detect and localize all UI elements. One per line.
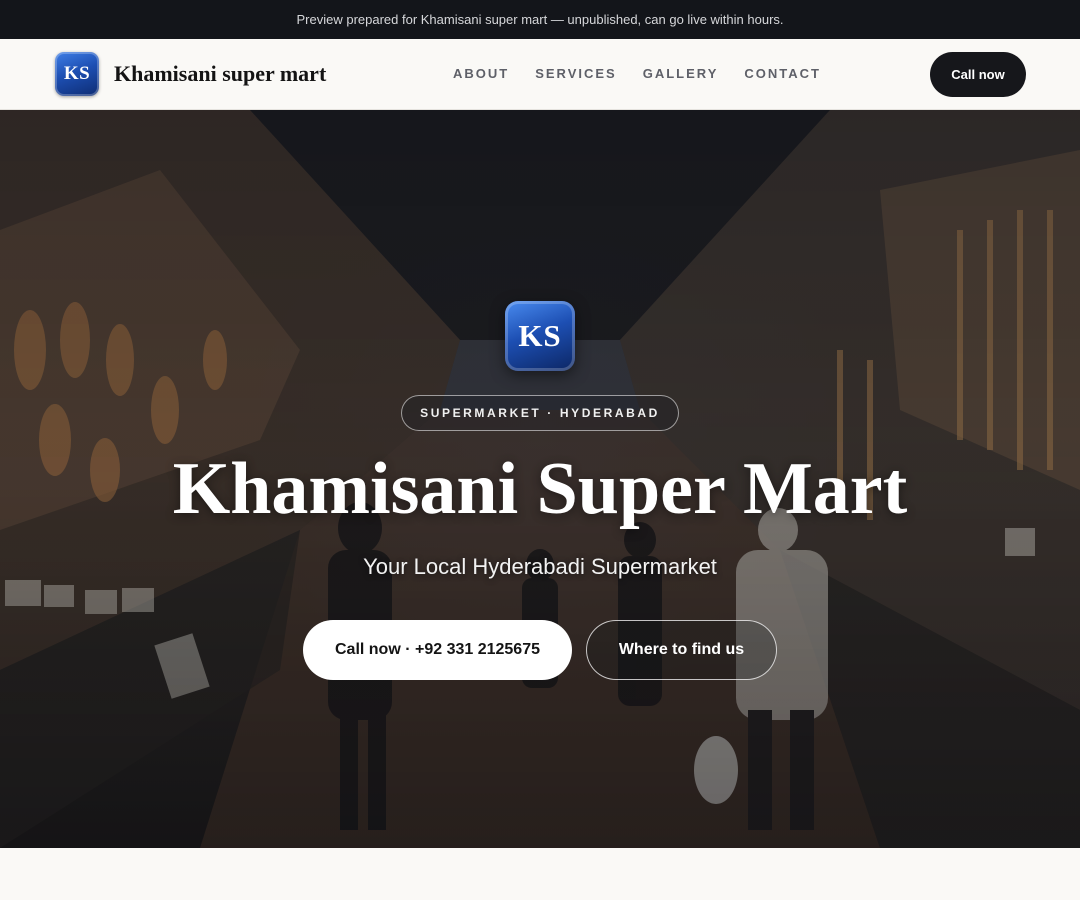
- category-location-tag: SUPERMARKET · HYDERABAD: [401, 395, 679, 431]
- hero-subtitle: Your Local Hyderabadi Supermarket: [363, 554, 717, 579]
- find-us-button[interactable]: Where to find us: [586, 620, 777, 680]
- hero-logo-initials: KS: [518, 318, 562, 353]
- nav-about[interactable]: ABOUT: [453, 66, 509, 81]
- nav-services[interactable]: SERVICES: [535, 66, 617, 81]
- nav-gallery[interactable]: GALLERY: [643, 66, 719, 81]
- hero-title: Khamisani Super Mart: [172, 448, 908, 530]
- main-nav: ABOUT SERVICES GALLERY CONTACT: [453, 66, 847, 81]
- preview-banner-text: Preview prepared for Khamisani super mar…: [296, 12, 784, 27]
- hero-section: KS SUPERMARKET · HYDERABAD Khamisani Sup…: [0, 110, 1080, 848]
- preview-banner: Preview prepared for Khamisani super mar…: [0, 0, 1080, 39]
- call-phone-button[interactable]: Call now · +92 331 2125675: [303, 620, 572, 680]
- nav-contact[interactable]: CONTACT: [744, 66, 821, 81]
- call-now-button[interactable]: Call now: [930, 52, 1026, 97]
- hero-logo-icon: KS: [505, 301, 575, 371]
- site-header: KS Khamisani super mart ABOUT SERVICES G…: [0, 39, 1080, 110]
- logo-icon[interactable]: KS: [55, 52, 99, 96]
- logo-initials: KS: [63, 63, 91, 84]
- brand-name[interactable]: Khamisani super mart: [114, 61, 326, 87]
- page-section-below: [0, 848, 1080, 900]
